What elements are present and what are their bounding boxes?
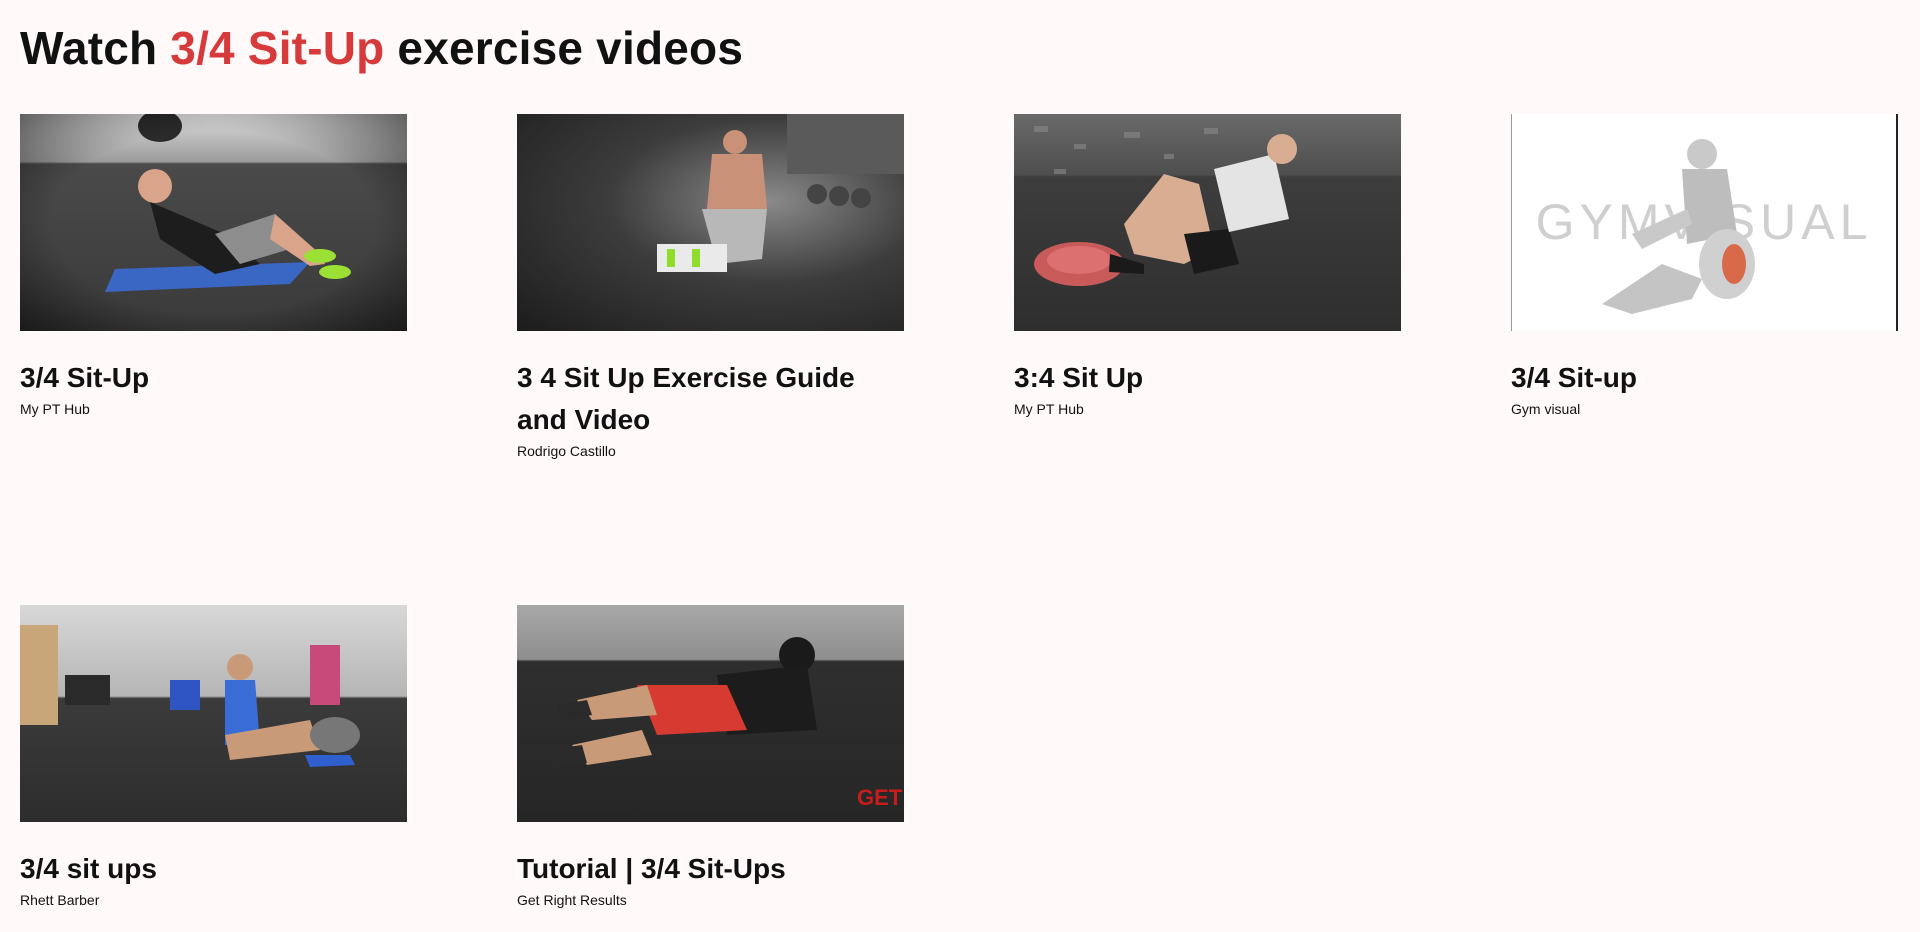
video-thumbnail[interactable] — [20, 605, 407, 822]
thumbnail-image: GET R — [547, 637, 904, 810]
page: Watch 3/4 Sit-Up exercise videos 3/4 Sit… — [0, 0, 1920, 932]
video-card[interactable]: 3 4 Sit Up Exercise Guide and Video Rodr… — [517, 114, 904, 459]
video-title[interactable]: 3/4 sit ups — [20, 848, 407, 890]
video-author: My PT Hub — [1014, 401, 1084, 417]
title-accent: 3/4 Sit-Up — [170, 22, 385, 74]
video-thumbnail[interactable]: GET R — [517, 605, 904, 822]
video-thumbnail[interactable] — [517, 114, 904, 331]
video-author: My PT Hub — [20, 401, 90, 417]
thumbnail-image — [20, 625, 360, 767]
video-card[interactable]: GET R Tutorial | 3/4 Sit-Ups Get Right R… — [517, 605, 904, 908]
video-thumbnail[interactable] — [20, 114, 407, 331]
thumbnail-image — [1034, 126, 1297, 286]
video-title[interactable]: 3/4 Sit-up — [1511, 357, 1898, 399]
page-title: Watch 3/4 Sit-Up exercise videos — [20, 18, 743, 78]
video-title[interactable]: 3:4 Sit Up — [1014, 357, 1401, 399]
video-author: Gym visual — [1511, 401, 1581, 417]
title-suffix: exercise videos — [384, 22, 744, 74]
video-author: Rhett Barber — [20, 892, 100, 908]
video-thumbnail[interactable]: GYMVISUAL — [1511, 114, 1898, 331]
thumbnail-image — [20, 114, 407, 331]
video-author: Get Right Results — [517, 892, 627, 908]
video-card[interactable]: 3/4 Sit-Up My PT Hub — [20, 114, 407, 417]
thumbnail-watermark: GET R — [857, 785, 904, 810]
video-thumbnail[interactable] — [1014, 114, 1401, 331]
video-title[interactable]: 3/4 Sit-Up — [20, 357, 407, 399]
video-title[interactable]: Tutorial | 3/4 Sit-Ups — [517, 848, 904, 890]
video-card[interactable]: 3:4 Sit Up My PT Hub — [1014, 114, 1401, 417]
title-prefix: Watch — [20, 22, 171, 74]
video-title[interactable]: 3 4 Sit Up Exercise Guide and Video — [517, 357, 904, 441]
video-card[interactable]: GYMVISUAL 3/4 Sit-up Gym visual — [1511, 114, 1898, 417]
thumbnail-image — [657, 114, 904, 272]
thumbnail-image: GYMVISUAL — [1536, 139, 1867, 314]
video-card[interactable]: 3/4 sit ups Rhett Barber — [20, 605, 407, 908]
video-author: Rodrigo Castillo — [517, 443, 616, 459]
